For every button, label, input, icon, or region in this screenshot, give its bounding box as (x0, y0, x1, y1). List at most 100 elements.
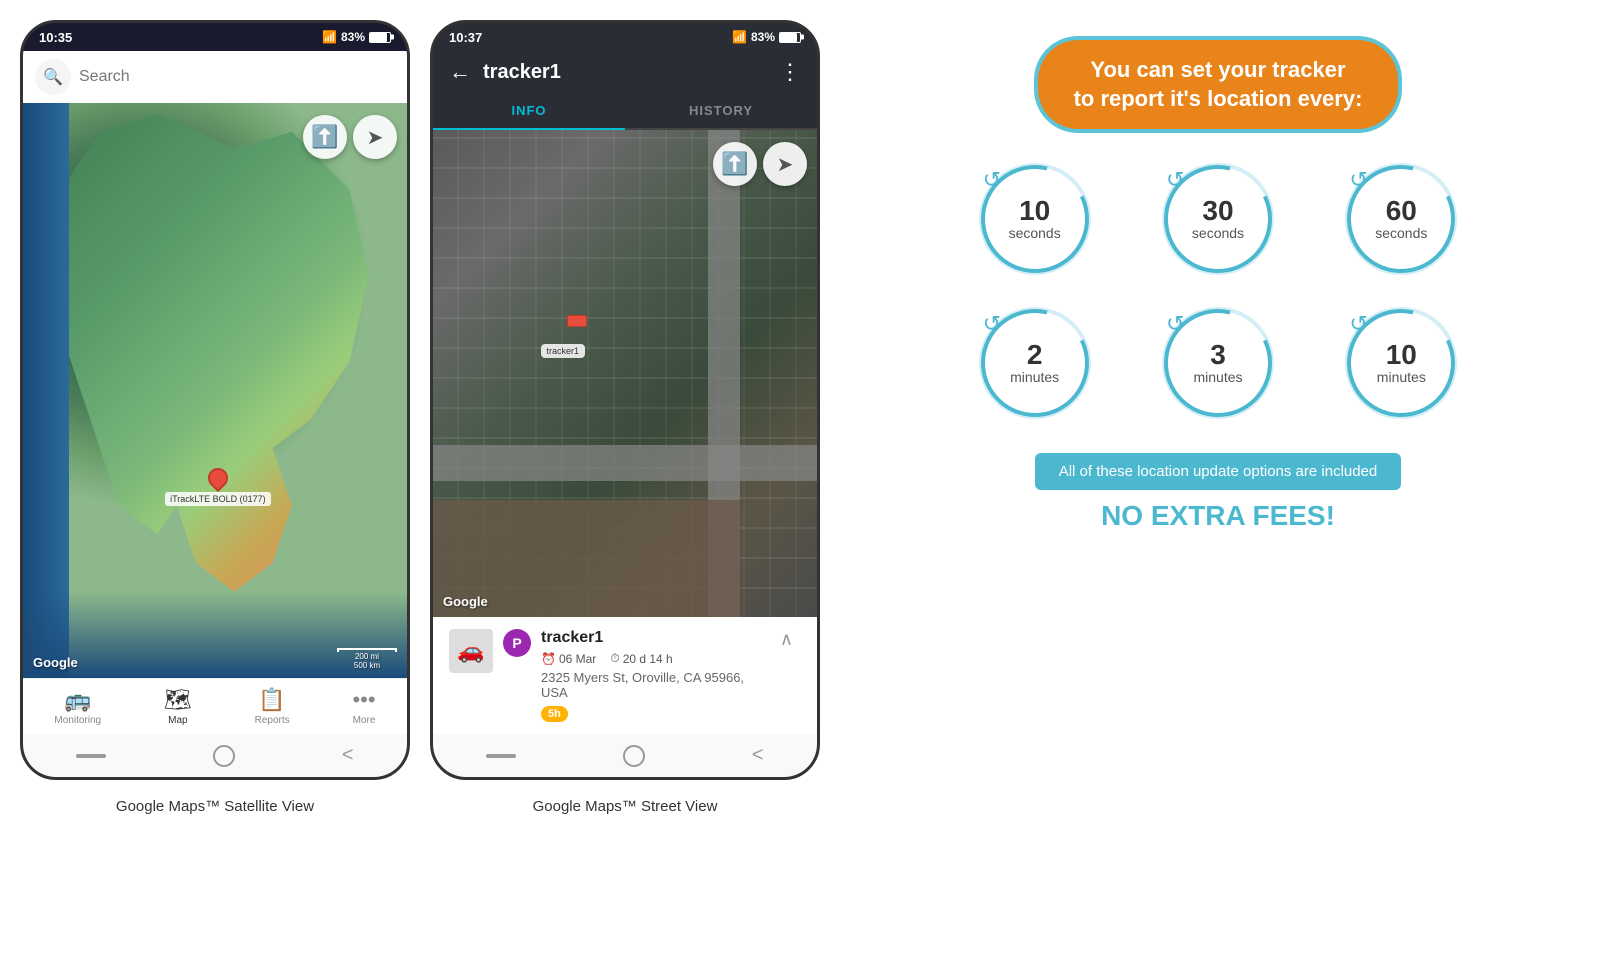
interval-10sec: 10 seconds ↺ (958, 159, 1111, 279)
phone1: 10:35 📶 83% 🔍 ⬆️ ➤ iTrackLTE BOLD (01 (20, 20, 410, 780)
search-icon: 🔍 (35, 59, 71, 95)
gesture-recents2: < (752, 744, 764, 767)
phone1-status-right: 📶 83% (322, 30, 391, 44)
tracker-pin[interactable]: iTrackLTE BOLD (0177) (165, 468, 271, 506)
compass-icon[interactable]: ⬆️ (303, 115, 347, 159)
num-10min: 10 (1386, 341, 1417, 369)
tracker-vehicle-icon: 🚗 (449, 629, 493, 673)
location2-btn[interactable]: ➤ (763, 142, 807, 186)
unit-minutes-3: minutes (1377, 369, 1426, 385)
circle-60sec-wrap: 60 seconds ↺ (1341, 159, 1461, 279)
scroll-indicator: ∧ (772, 629, 801, 650)
monitoring-icon: 🚌 (64, 687, 91, 713)
intervals-grid: 10 seconds ↺ 30 seconds ↺ (958, 159, 1478, 423)
nav-reports-label: Reports (255, 715, 290, 726)
arrow-10min: ↺ (1349, 311, 1367, 337)
map-satellite-area[interactable]: ⬆️ ➤ iTrackLTE BOLD (0177) Google 200 mi… (23, 103, 407, 678)
tracker-car-marker (567, 315, 587, 327)
phone2: 10:37 📶 83% ← tracker1 ⋮ INFO HISTORY tr… (430, 20, 820, 780)
interval-10min: 10 minutes ↺ (1325, 303, 1478, 423)
phone1-container: 10:35 📶 83% 🔍 ⬆️ ➤ iTrackLTE BOLD (01 (20, 20, 410, 815)
tracker-5h-badge: 5h (541, 706, 568, 722)
tracker-info-top: 🚗 P tracker1 ⏰ 06 Mar ⏱ 20 d 14 h 2325 M… (449, 629, 801, 722)
tab-history[interactable]: HISTORY (625, 93, 817, 128)
tracker-map-label: tracker1 (541, 344, 586, 358)
tracker-title: tracker1 (483, 61, 767, 84)
num-2: 2 (1027, 341, 1043, 369)
nav-reports[interactable]: 📋 Reports (255, 687, 290, 726)
tracker-name: tracker1 (541, 629, 762, 647)
scale-bar: 200 mi 500 km (337, 648, 397, 670)
num-3: 3 (1210, 341, 1226, 369)
arrow-2min: ↺ (983, 311, 1001, 337)
arrow-3min: ↺ (1166, 311, 1184, 337)
nav-map[interactable]: 🗺 Map (164, 687, 192, 726)
gesture-home-circle2 (623, 745, 645, 767)
tracker-info-details: tracker1 ⏰ 06 Mar ⏱ 20 d 14 h 2325 Myers… (541, 629, 762, 722)
map-icon: 🗺 (164, 687, 192, 713)
more-menu-button[interactable]: ⋮ (779, 59, 801, 85)
infographic-panel: You can set your trackerto report it's l… (840, 20, 1596, 552)
google-logo2: Google (443, 594, 488, 609)
reports-icon: 📋 (258, 687, 285, 713)
gesture-back-line2 (486, 754, 516, 758)
tracker-info-panel: 🚗 P tracker1 ⏰ 06 Mar ⏱ 20 d 14 h 2325 M… (433, 617, 817, 734)
phone1-status-bar: 10:35 📶 83% (23, 23, 407, 51)
gesture-bar: < (23, 734, 407, 777)
unit-seconds-3: seconds (1375, 225, 1427, 241)
gesture-recents: < (342, 744, 354, 767)
location-btn[interactable]: ➤ (353, 115, 397, 159)
interval-3min: 3 minutes ↺ (1141, 303, 1294, 423)
tab-info[interactable]: INFO (433, 93, 625, 130)
no-extra-fees: NO EXTRA FEES! (1101, 500, 1335, 532)
tracker-meta: ⏰ 06 Mar ⏱ 20 d 14 h (541, 651, 762, 666)
scroll-chevron-up: ∧ (780, 629, 793, 650)
tracker-address: 2325 Myers St, Oroville, CA 95966, USA (541, 670, 762, 700)
search-input[interactable] (79, 68, 395, 86)
phone1-time: 10:35 (39, 30, 72, 45)
nav-more[interactable]: ••• More (352, 687, 375, 726)
interval-30sec: 30 seconds ↺ (1141, 159, 1294, 279)
arrow-60sec: ↺ (1349, 167, 1367, 193)
unit-seconds-2: seconds (1192, 225, 1244, 241)
nav-map-label: Map (168, 715, 187, 726)
circle-30sec-wrap: 30 seconds ↺ (1158, 159, 1278, 279)
tracker-map[interactable]: tracker1 ⬆️ ➤ Google (433, 130, 817, 617)
phone2-time: 10:37 (449, 30, 482, 45)
gesture-back-line (76, 754, 106, 758)
search-bar: 🔍 (23, 51, 407, 103)
tracker-p-badge: P (503, 629, 531, 657)
nav-monitoring[interactable]: 🚌 Monitoring (54, 687, 101, 726)
phone2-status-bar: 10:37 📶 83% (433, 23, 817, 51)
interval-2min: 2 minutes ↺ (958, 303, 1111, 423)
scale-text2: 500 km (354, 661, 380, 670)
nav-more-label: More (353, 715, 376, 726)
phone2-caption: Google Maps™ Street View (533, 798, 718, 815)
gesture-home-circle (213, 745, 235, 767)
arrow-30sec: ↺ (1166, 167, 1184, 193)
back-button[interactable]: ← (449, 59, 471, 85)
pin-label: iTrackLTE BOLD (0177) (165, 492, 271, 506)
num-60: 60 (1386, 197, 1417, 225)
phone2-battery: 83% (751, 30, 775, 44)
no-extra-section: All of these location update options are… (1035, 453, 1402, 532)
phone1-caption: Google Maps™ Satellite View (116, 798, 314, 815)
compass2-icon[interactable]: ⬆️ (713, 142, 757, 186)
tracker-date: 06 Mar (559, 652, 596, 666)
phone2-status-right: 📶 83% (732, 30, 801, 44)
scale-text1: 200 mi (355, 652, 379, 661)
unit-minutes-1: minutes (1010, 369, 1059, 385)
headline-box: You can set your trackerto report it's l… (1038, 40, 1399, 129)
phone2-container: 10:37 📶 83% ← tracker1 ⋮ INFO HISTORY tr… (430, 20, 820, 815)
more-icon: ••• (352, 687, 375, 713)
arrow-10sec: ↺ (983, 167, 1001, 193)
num-30: 30 (1202, 197, 1233, 225)
num-10: 10 (1019, 197, 1050, 225)
unit-seconds-1: seconds (1009, 225, 1061, 241)
clock-icon: ⏰ 06 Mar (541, 651, 596, 666)
circle-10min-wrap: 10 minutes ↺ (1341, 303, 1461, 423)
phone1-battery: 83% (341, 30, 365, 44)
pin-icon (204, 463, 232, 491)
circle-3min-wrap: 3 minutes ↺ (1158, 303, 1278, 423)
battery-icon (369, 32, 391, 43)
